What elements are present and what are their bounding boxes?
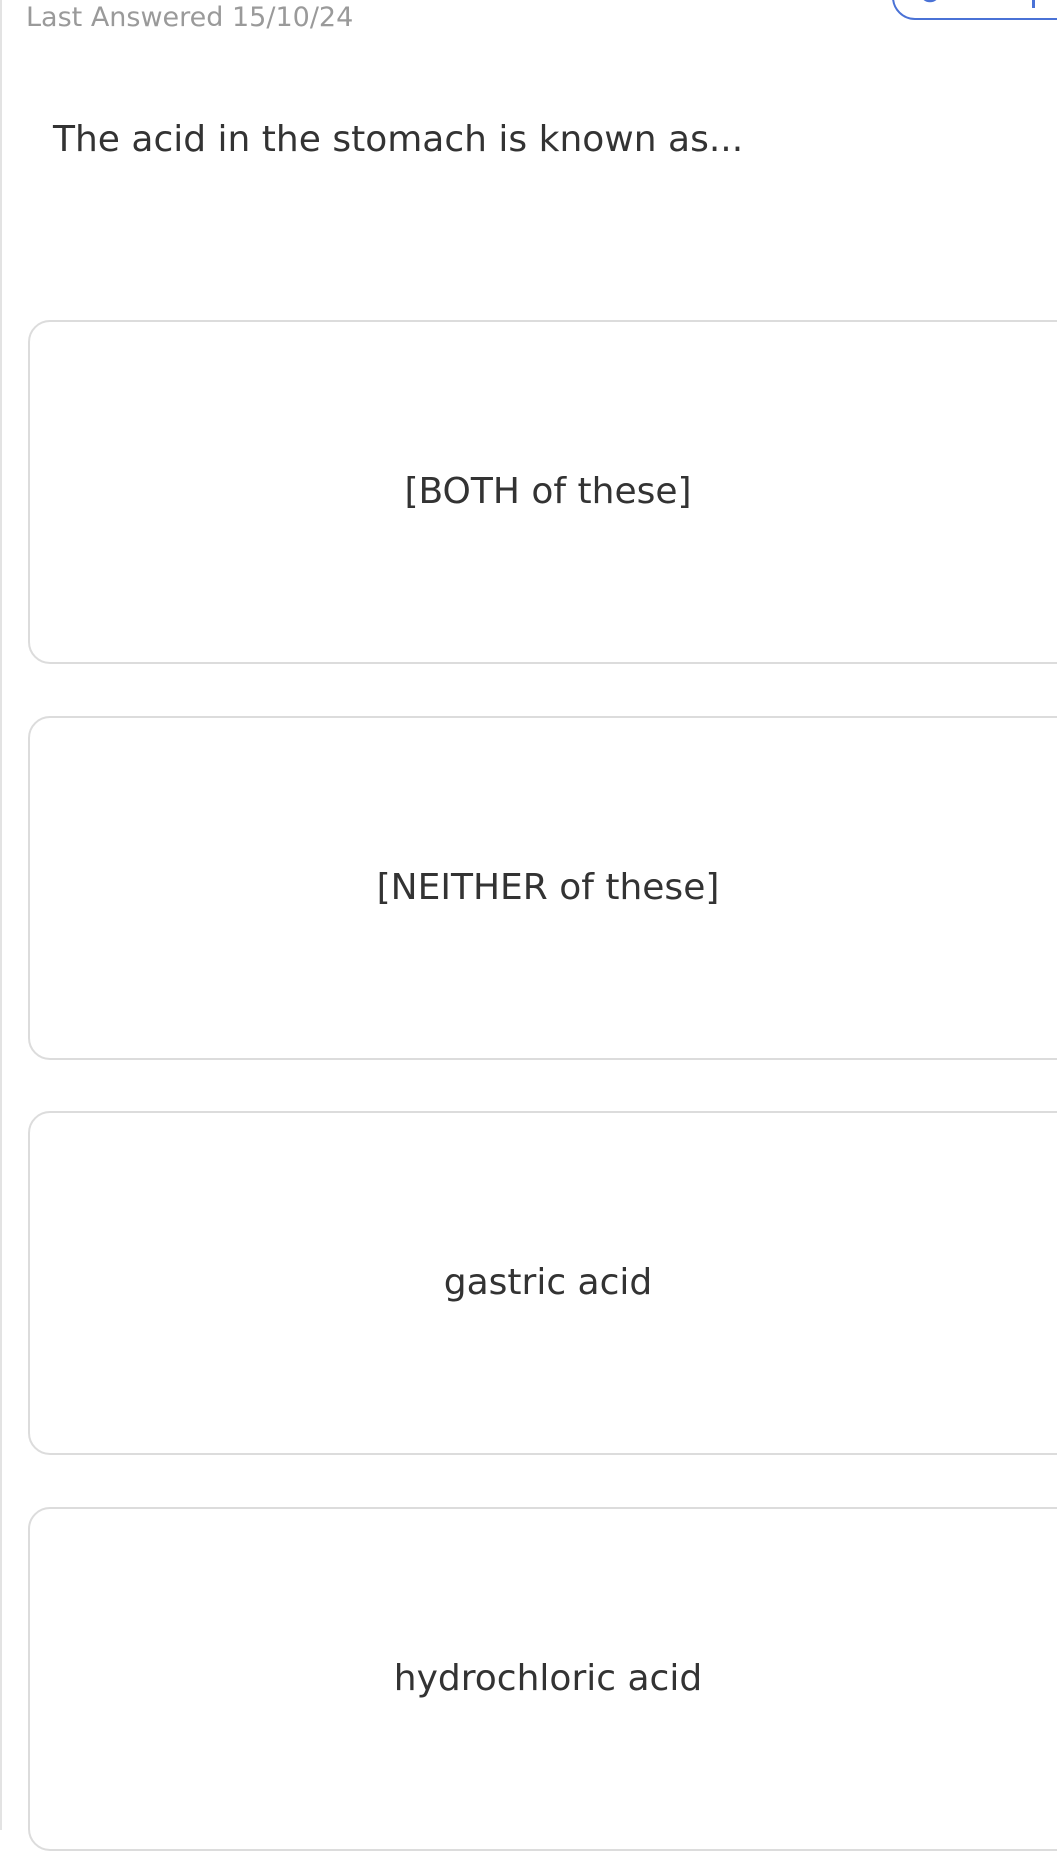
top-right-pill-button[interactable] (892, 0, 1057, 20)
pill-mark (1032, 0, 1035, 8)
answer-option-label: [NEITHER of these] (376, 867, 720, 908)
answer-option-hydrochloric-acid[interactable]: hydrochloric acid (28, 1507, 1057, 1851)
last-answered-date: Last Answered 15/10/24 (26, 2, 354, 33)
answer-option-both[interactable]: [BOTH of these] (28, 320, 1057, 664)
question-text: The acid in the stomach is known as... (53, 119, 744, 160)
answer-option-label: hydrochloric acid (393, 1658, 703, 1699)
answer-option-label: gastric acid (443, 1262, 653, 1303)
pill-icon (923, 0, 937, 3)
answer-option-gastric-acid[interactable]: gastric acid (28, 1111, 1057, 1455)
answer-option-neither[interactable]: [NEITHER of these] (28, 716, 1057, 1060)
answer-option-label: [BOTH of these] (404, 471, 692, 512)
question-panel: Last Answered 15/10/24 The acid in the s… (0, 0, 1057, 1851)
